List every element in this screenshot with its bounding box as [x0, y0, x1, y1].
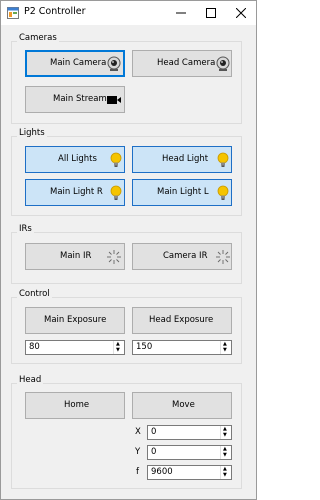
head-camera-label: Head Camera [157, 58, 216, 68]
close-icon [236, 8, 246, 18]
main-camera-label: Main Camera [50, 58, 107, 68]
irs-group-label: IRs [17, 224, 34, 234]
y-stepper[interactable]: 0 ▲ ▼ [147, 445, 232, 460]
head-exposure-label: Head Exposure [149, 315, 214, 325]
main-camera-button[interactable]: Main Camera [25, 50, 125, 77]
x-label: X [135, 427, 141, 437]
maximize-icon [206, 8, 216, 18]
all-lights-label: All Lights [58, 154, 97, 164]
main-exposure-button[interactable]: Main Exposure [25, 307, 125, 334]
head-group-label: Head [17, 375, 44, 385]
main-exposure-spin[interactable]: ▲ ▼ [113, 341, 124, 354]
spin-down-icon[interactable]: ▼ [223, 432, 227, 438]
spin-down-icon[interactable]: ▼ [223, 472, 227, 478]
video-camera-icon [107, 96, 121, 104]
y-spin[interactable]: ▲ ▼ [220, 446, 231, 459]
move-button[interactable]: Move [132, 392, 232, 419]
home-label: Home [64, 400, 90, 410]
head-exposure-spin[interactable]: ▲ ▼ [220, 341, 231, 354]
f-spin[interactable]: ▲ ▼ [220, 466, 231, 479]
app-window: P2 Controller Cameras Main Camera Head C… [0, 0, 257, 500]
main-light-r-label: Main Light R [50, 187, 103, 197]
head-exposure-button[interactable]: Head Exposure [132, 307, 232, 334]
lightbulb-icon [217, 185, 229, 200]
spin-down-icon[interactable]: ▼ [116, 347, 120, 353]
lightbulb-icon [110, 185, 122, 200]
main-ir-button[interactable]: Main IR [25, 243, 125, 270]
camera-ir-label: Camera IR [163, 251, 208, 261]
control-group-label: Control [17, 289, 52, 299]
x-value: 0 [151, 427, 157, 437]
lightbulb-icon [217, 152, 229, 167]
camera-ir-button[interactable]: Camera IR [132, 243, 232, 270]
lights-group-label: Lights [17, 128, 47, 138]
main-exposure-value: 80 [29, 342, 40, 352]
head-light-label: Head Light [162, 154, 209, 164]
maximize-button[interactable] [196, 1, 226, 25]
main-exposure-label: Main Exposure [44, 315, 107, 325]
main-light-l-button[interactable]: Main Light L [132, 179, 232, 206]
minimize-icon [176, 12, 186, 14]
main-stream-label: Main Stream [53, 94, 107, 104]
x-spin[interactable]: ▲ ▼ [220, 426, 231, 439]
head-light-button[interactable]: Head Light [132, 146, 232, 173]
all-lights-button[interactable]: All Lights [25, 146, 125, 173]
spin-down-icon[interactable]: ▼ [223, 452, 227, 458]
webcam-icon [107, 56, 121, 71]
cameras-group-label: Cameras [17, 33, 59, 43]
head-exposure-value: 150 [136, 342, 153, 352]
spin-down-icon[interactable]: ▼ [223, 347, 227, 353]
title-bar: P2 Controller [1, 1, 256, 25]
main-stream-button[interactable]: Main Stream [25, 86, 125, 113]
head-camera-button[interactable]: Head Camera [132, 50, 232, 77]
main-light-l-label: Main Light L [157, 187, 209, 197]
ir-sparkle-icon [216, 250, 230, 264]
head-exposure-stepper[interactable]: 150 ▲ ▼ [132, 340, 232, 355]
webcam-icon [216, 56, 230, 71]
main-light-r-button[interactable]: Main Light R [25, 179, 125, 206]
y-label: Y [135, 447, 141, 457]
home-button[interactable]: Home [25, 392, 125, 419]
ir-sparkle-icon [107, 250, 121, 264]
minimize-button[interactable] [166, 1, 196, 25]
x-stepper[interactable]: 0 ▲ ▼ [147, 425, 232, 440]
f-label: f [136, 467, 139, 477]
move-label: Move [172, 400, 195, 410]
app-icon [7, 7, 19, 19]
y-value: 0 [151, 447, 157, 457]
f-value: 9600 [151, 467, 173, 477]
lightbulb-icon [110, 152, 122, 167]
window-title: P2 Controller [24, 6, 86, 17]
main-ir-label: Main IR [60, 251, 92, 261]
main-exposure-stepper[interactable]: 80 ▲ ▼ [25, 340, 125, 355]
f-stepper[interactable]: 9600 ▲ ▼ [147, 465, 232, 480]
close-button[interactable] [226, 1, 256, 25]
